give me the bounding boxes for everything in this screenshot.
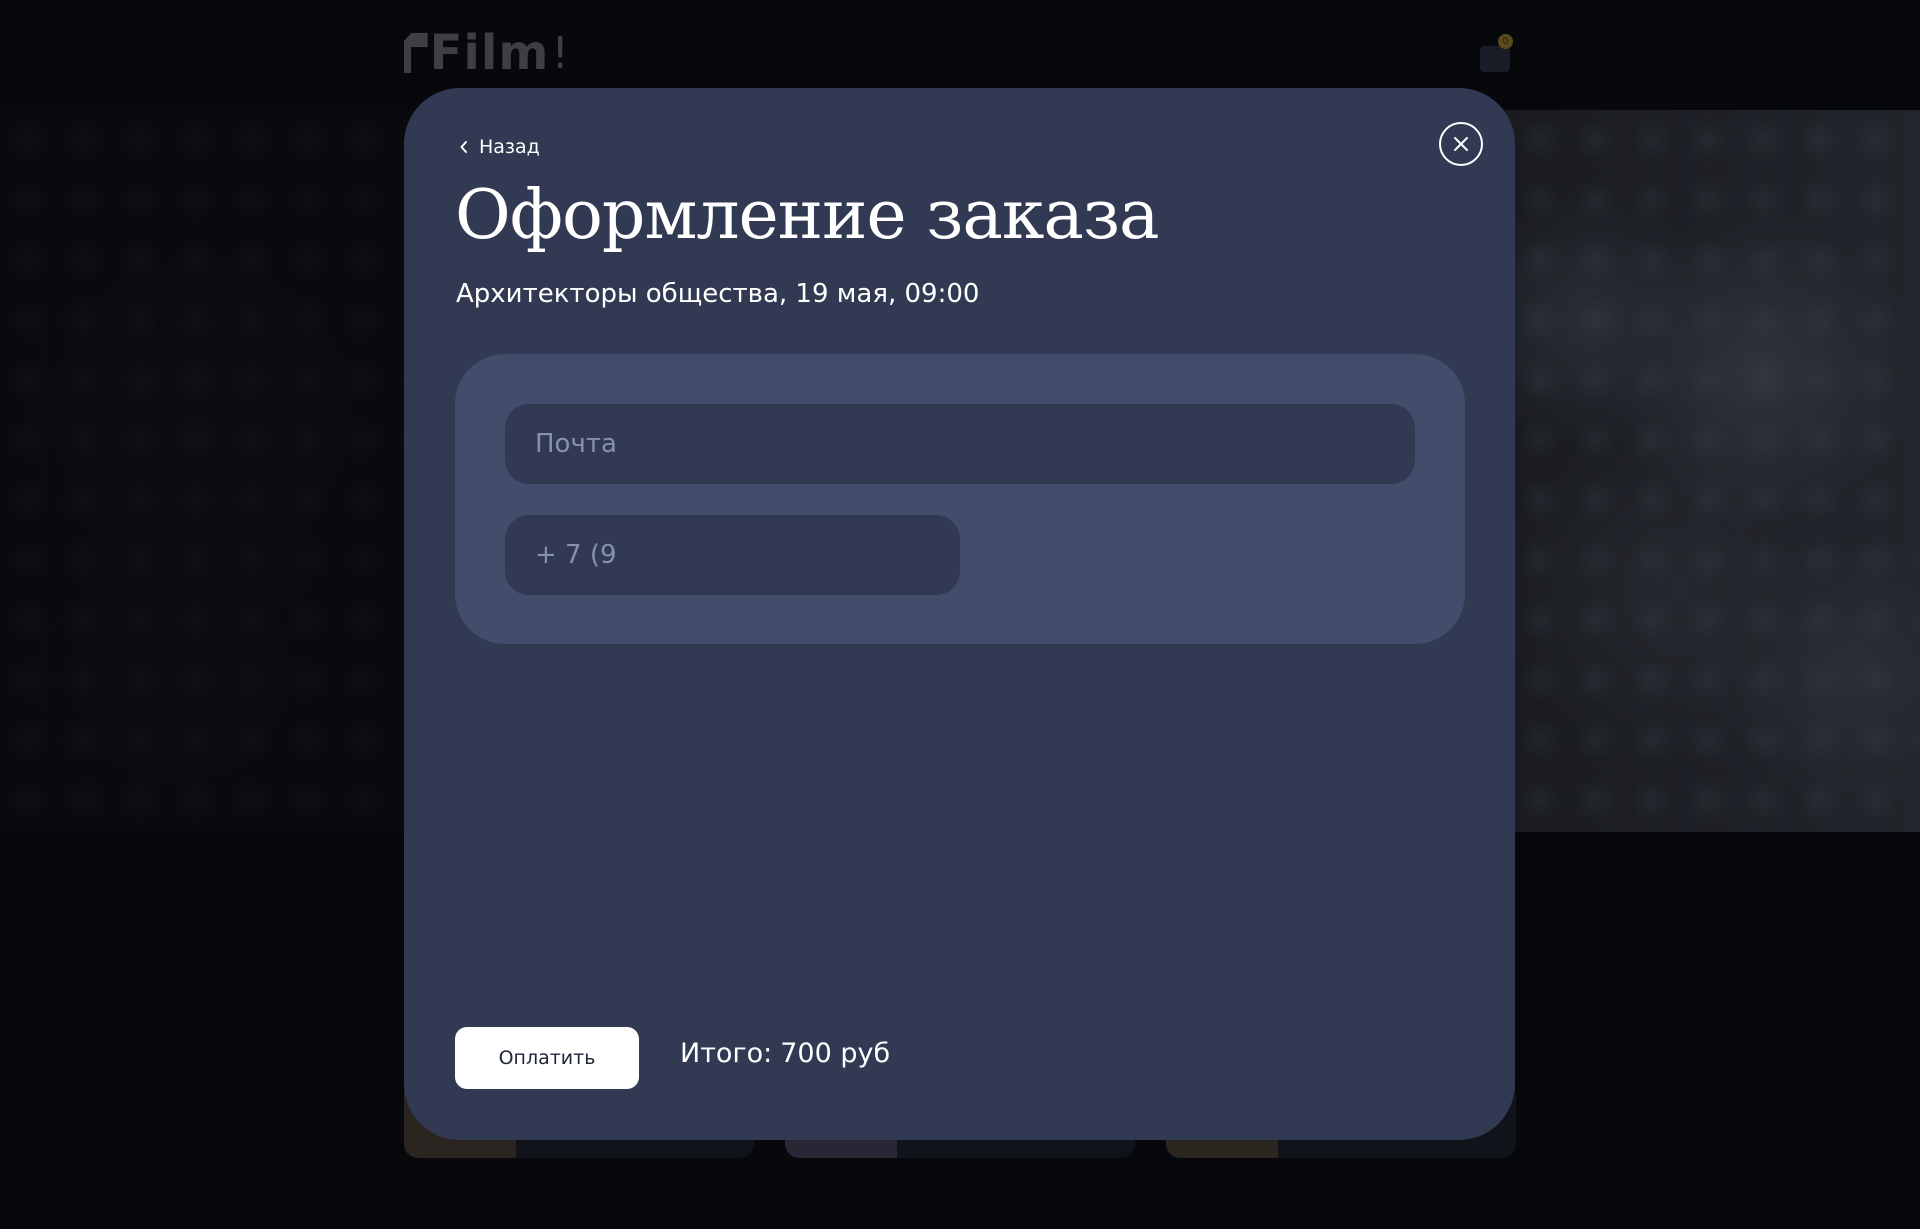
- phone-field[interactable]: [505, 515, 960, 595]
- order-total: Итого: 700 руб: [680, 1038, 890, 1069]
- cart-count-badge: 0: [1498, 34, 1513, 49]
- back-label: Назад: [479, 136, 540, 158]
- page: Film ! 0 Назад Оформление заказа Архитек…: [0, 0, 1920, 1229]
- logo-mark-icon: [404, 33, 428, 73]
- total-label: Итого:: [680, 1038, 773, 1069]
- total-value: 700 руб: [780, 1038, 891, 1069]
- cart-button[interactable]: 0: [1480, 34, 1513, 72]
- pay-button[interactable]: Оплатить: [455, 1027, 639, 1089]
- site-logo[interactable]: Film !: [404, 25, 570, 81]
- event-details: Архитекторы общества, 19 мая, 09:00: [456, 279, 980, 309]
- chevron-left-icon: [460, 141, 467, 153]
- back-link[interactable]: Назад: [459, 136, 540, 158]
- email-field[interactable]: [505, 404, 1415, 484]
- contact-form: [455, 354, 1465, 644]
- checkout-modal: Назад Оформление заказа Архитекторы обще…: [404, 88, 1515, 1140]
- modal-title: Оформление заказа: [455, 176, 1160, 255]
- close-button[interactable]: [1439, 122, 1483, 166]
- logo-bang: !: [551, 27, 570, 79]
- logo-text: Film: [429, 25, 550, 81]
- close-icon: [1454, 137, 1468, 151]
- cart-icon: [1480, 46, 1510, 72]
